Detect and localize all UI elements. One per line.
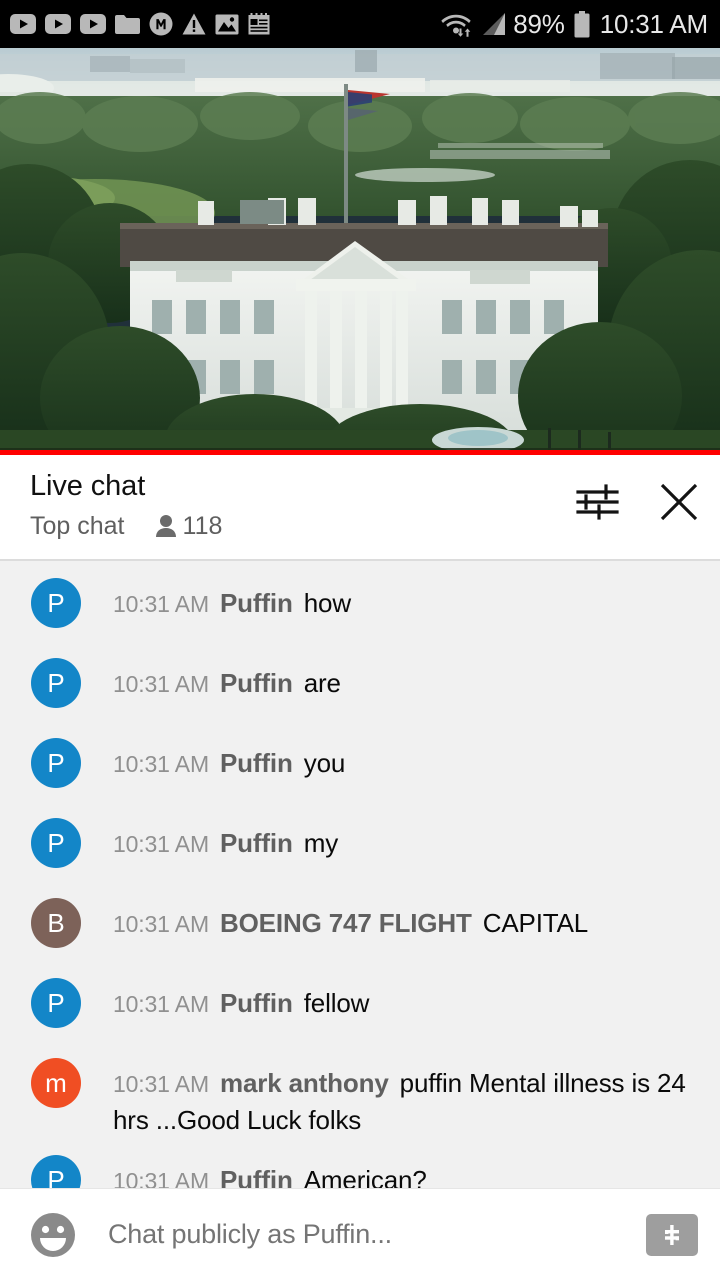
- chat-message-row[interactable]: P 10:31 AM Puffin fellow: [0, 961, 720, 1041]
- close-icon: [660, 483, 698, 521]
- battery-icon: [574, 10, 590, 37]
- chat-message-row[interactable]: P 10:31 AM Puffin my: [0, 801, 720, 881]
- close-chat-button[interactable]: [656, 479, 702, 525]
- message-timestamp: 10:31 AM: [113, 591, 209, 617]
- chat-message-body: 10:31 AM BOEING 747 FLIGHT CAPITAL: [113, 881, 700, 942]
- live-chat-header-text-group: Live chat Top chat 118: [30, 469, 574, 540]
- chat-message-row[interactable]: P 10:31 AM Puffin are: [0, 641, 720, 721]
- chat-message-row[interactable]: P 10:31 AM Puffin you: [0, 721, 720, 801]
- chat-message-body: 10:31 AM Puffin how: [113, 561, 700, 622]
- message-timestamp: 10:31 AM: [113, 1168, 209, 1188]
- message-author[interactable]: Puffin: [220, 828, 293, 858]
- message-author[interactable]: BOEING 747 FLIGHT: [220, 908, 472, 938]
- avatar[interactable]: P: [31, 978, 81, 1028]
- message-text: my: [303, 828, 339, 858]
- message-text: fellow: [303, 988, 370, 1018]
- message-author[interactable]: Puffin: [220, 588, 293, 618]
- message-timestamp: 10:31 AM: [113, 751, 209, 777]
- chat-message-body: 10:31 AM Puffin you: [113, 721, 700, 782]
- avatar[interactable]: B: [31, 898, 81, 948]
- message-timestamp: 10:31 AM: [113, 671, 209, 697]
- message-timestamp: 10:31 AM: [113, 991, 209, 1017]
- message-text: how: [303, 588, 351, 618]
- status-bar-system-icons: 89% 10:31 AM: [441, 9, 708, 39]
- message-author[interactable]: Puffin: [220, 1165, 293, 1188]
- chat-mode-label[interactable]: Top chat: [30, 512, 125, 540]
- notepad-icon: [248, 13, 270, 35]
- chat-message-list[interactable]: P 10:31 AM Puffin how P 10:31 AM Puffin are P 10:…: [0, 561, 720, 1188]
- dollar-superchat-icon: [665, 1224, 679, 1245]
- message-text: CAPITAL: [482, 908, 589, 938]
- avatar[interactable]: P: [31, 578, 81, 628]
- message-timestamp: 10:31 AM: [113, 1071, 209, 1097]
- live-chat-header: Live chat Top chat 118: [0, 455, 720, 559]
- message-author[interactable]: Puffin: [220, 988, 293, 1018]
- message-timestamp: 10:31 AM: [113, 831, 209, 857]
- message-timestamp: 10:31 AM: [113, 911, 209, 937]
- emoji-smiley-icon: [31, 1212, 75, 1257]
- chat-message-row[interactable]: P 10:31 AM Puffin how: [0, 561, 720, 641]
- youtube-notification-icon-3: [80, 14, 106, 34]
- avatar[interactable]: P: [31, 658, 81, 708]
- chat-input-bar: [0, 1188, 720, 1280]
- chat-message-row[interactable]: P 10:31 AM Puffin American?: [0, 1138, 720, 1188]
- app-root: 89% 10:31 AM Live chat Top chat 118 P 10…: [0, 0, 720, 1280]
- wifi-data-transfer-icon: [441, 14, 471, 37]
- chat-message-row[interactable]: m 10:31 AM mark anthony puffin Mental illne…: [0, 1041, 720, 1138]
- video-frame: [0, 48, 720, 455]
- folder-icon: [115, 14, 140, 34]
- viewer-count-label: 118: [182, 512, 223, 540]
- avatar[interactable]: P: [31, 818, 81, 868]
- message-author[interactable]: Puffin: [220, 668, 293, 698]
- message-text: American?: [303, 1165, 427, 1188]
- message-author[interactable]: Puffin: [220, 748, 293, 778]
- video-player[interactable]: [0, 48, 720, 455]
- message-text: you: [303, 748, 346, 778]
- avatar[interactable]: m: [31, 1058, 81, 1108]
- live-chat-header-actions: [574, 469, 702, 525]
- chat-input-field[interactable]: [106, 1218, 632, 1251]
- status-bar: 89% 10:31 AM: [0, 0, 720, 48]
- cellular-signal-icon: [483, 13, 506, 35]
- chat-message-body: 10:31 AM mark anthony puffin Mental illnes…: [113, 1041, 700, 1138]
- chat-message-body: 10:31 AM Puffin fellow: [113, 961, 700, 1022]
- opera-m-icon: [149, 12, 173, 36]
- superchat-button[interactable]: [646, 1213, 698, 1256]
- message-author[interactable]: mark anthony: [220, 1068, 389, 1098]
- status-bar-clock: 10:31 AM: [599, 9, 708, 39]
- avatar[interactable]: P: [31, 1155, 81, 1188]
- live-chat-title: Live chat: [30, 470, 146, 502]
- chat-message-row[interactable]: B 10:31 AM BOEING 747 FLIGHT CAPITAL: [0, 881, 720, 961]
- avatar[interactable]: P: [31, 738, 81, 788]
- youtube-notification-icon-2: [45, 14, 71, 34]
- chat-message-body: 10:31 AM Puffin my: [113, 801, 700, 862]
- emoji-button[interactable]: [30, 1212, 76, 1258]
- image-icon: [215, 14, 239, 34]
- live-chat-subtitle-row: Top chat 118: [30, 512, 574, 540]
- message-text: are: [303, 668, 341, 698]
- status-bar-notification-icons: [10, 12, 270, 36]
- youtube-notification-icon-1: [10, 14, 36, 34]
- warning-triangle-icon: [182, 13, 206, 35]
- tune-sliders-icon: [576, 484, 619, 520]
- chat-message-body: 10:31 AM Puffin are: [113, 641, 700, 702]
- person-icon: [155, 515, 176, 537]
- battery-percent-label: 89%: [513, 9, 565, 39]
- viewer-count-group: 118: [155, 512, 223, 540]
- chat-settings-button[interactable]: [574, 479, 620, 525]
- chat-message-body: 10:31 AM Puffin American?: [113, 1138, 700, 1188]
